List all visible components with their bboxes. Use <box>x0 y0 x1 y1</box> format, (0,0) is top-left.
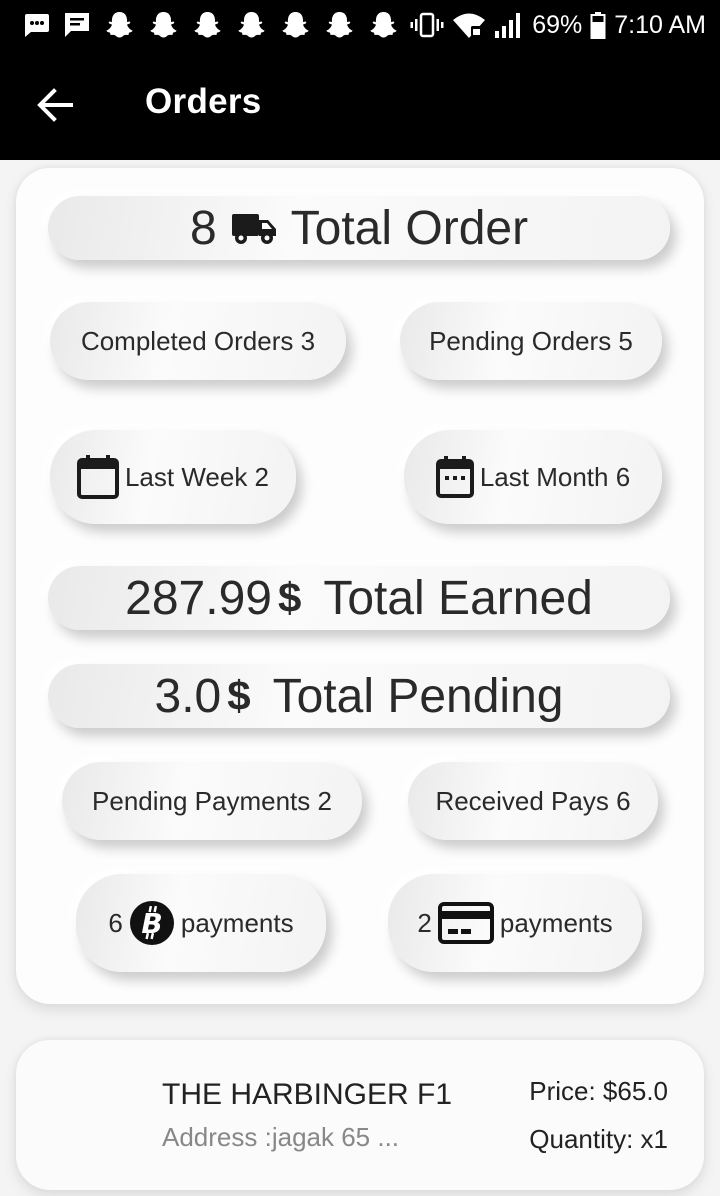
credit-card-icon <box>437 902 494 944</box>
pending-orders-label: Pending Orders 5 <box>429 325 633 356</box>
last-week-button[interactable]: Last Week 2 <box>50 430 296 524</box>
pending-payments-label: Pending Payments 2 <box>92 785 332 816</box>
snapchat-icon <box>282 12 309 38</box>
calendar-month-icon <box>435 456 474 498</box>
dollar-icon: $ <box>277 574 302 621</box>
truck-icon <box>231 214 276 244</box>
order-title: THE HARBINGER F1 <box>162 1078 453 1111</box>
snapchat-icon <box>326 12 353 38</box>
calendar-icon <box>76 455 119 499</box>
status-bar: 69% 7:10 AM <box>0 0 720 50</box>
bitcoin-icon: B <box>129 901 174 945</box>
battery-percent: 69% <box>532 10 583 39</box>
pending-orders-button[interactable]: Pending Orders 5 <box>400 302 662 380</box>
total-earned-amount: 287.99 <box>125 571 272 625</box>
chat-icon <box>65 13 89 37</box>
system-indicators: 69% 7:10 AM <box>410 9 706 41</box>
back-button[interactable] <box>30 80 80 130</box>
wifi-icon <box>453 13 486 38</box>
last-month-label: Last Month 6 <box>479 461 631 492</box>
total-order-label: Total Order <box>290 201 529 255</box>
signal-icon <box>495 13 521 38</box>
messages-icon <box>25 14 49 37</box>
dollar-icon: $ <box>227 672 251 719</box>
snapchat-icon <box>150 12 177 38</box>
snapchat-icon <box>194 12 221 38</box>
card-payments-label: payments <box>499 907 613 938</box>
total-order-pill[interactable]: 8 Total Order <box>48 196 670 260</box>
total-order-count: 8 <box>189 201 217 255</box>
bitcoin-payments-button[interactable]: 6 B payments <box>76 874 326 972</box>
orders-summary-card: 8 Total Order Completed Orders 3 Pending… <box>16 168 704 1004</box>
total-pending-pill[interactable]: 3.0 $ Total Pending <box>48 664 670 728</box>
order-quantity: Quantity: x1 <box>529 1124 668 1154</box>
bitcoin-payments-label: payments <box>180 907 294 938</box>
total-pending-amount: 3.0 <box>154 669 222 723</box>
total-pending-label: Total Pending <box>272 669 564 723</box>
page-title: Orders <box>145 82 262 121</box>
battery-icon <box>590 12 606 39</box>
received-pays-button[interactable]: Received Pays 6 <box>408 762 658 840</box>
bitcoin-payments-count: 6 <box>108 907 123 938</box>
total-earned-pill[interactable]: 287.99 $ Total Earned <box>48 566 670 630</box>
order-address: Address :jagak 65 ... <box>162 1122 400 1152</box>
completed-orders-button[interactable]: Completed Orders 3 <box>50 302 346 380</box>
app-bar: Orders <box>0 50 720 160</box>
vibrate-icon <box>410 12 444 38</box>
snapchat-icon <box>370 12 397 38</box>
received-pays-label: Received Pays 6 <box>435 785 631 816</box>
last-month-button[interactable]: Last Month 6 <box>404 430 662 524</box>
clock: 7:10 AM <box>614 10 706 39</box>
completed-orders-label: Completed Orders 3 <box>80 325 316 356</box>
arrow-back-icon <box>37 88 73 122</box>
last-week-label: Last Week 2 <box>124 461 270 492</box>
order-list-item[interactable]: THE HARBINGER F1 Address :jagak 65 ... P… <box>16 1040 704 1190</box>
snapchat-icon <box>106 12 133 38</box>
order-price: Price: $65.0 <box>529 1076 668 1106</box>
snapchat-icon <box>238 12 265 38</box>
pending-payments-button[interactable]: Pending Payments 2 <box>62 762 362 840</box>
card-payments-button[interactable]: 2 payments <box>388 874 642 972</box>
notification-icons <box>22 9 399 41</box>
total-earned-label: Total Earned <box>323 571 593 625</box>
card-payments-count: 2 <box>417 907 432 938</box>
